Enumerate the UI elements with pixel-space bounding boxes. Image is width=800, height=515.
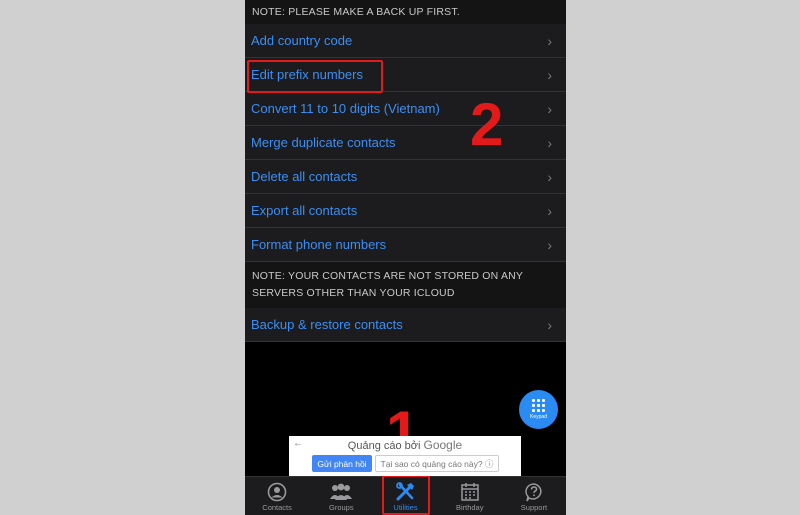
chevron-right-icon: › <box>547 236 552 253</box>
menu-item-add-country-code[interactable]: Add country code › <box>245 24 566 58</box>
google-wordmark: Google <box>423 438 463 452</box>
menu-item-delete-all[interactable]: Delete all contacts › <box>245 160 566 194</box>
chevron-right-icon: › <box>547 100 552 117</box>
groups-icon <box>330 483 353 500</box>
utilities-tab-highlight <box>382 475 430 515</box>
edit-prefix-highlight <box>247 60 383 93</box>
ad-banner: ← Quảng cáo bởi Google Gửi phản hồi Tại … <box>289 436 521 476</box>
keypad-icon <box>532 399 545 412</box>
menu-item-label: Export all contacts <box>251 203 358 218</box>
chevron-right-icon: › <box>547 168 552 185</box>
menu-item-label: Convert 11 to 10 digits (Vietnam) <box>251 101 440 116</box>
menu-item-label: Add country code <box>251 33 353 48</box>
tab-support[interactable]: Support <box>502 477 566 515</box>
tab-birthday[interactable]: Birthday <box>438 477 502 515</box>
contact-icon <box>267 482 287 502</box>
tab-label: Contacts <box>262 503 292 512</box>
ad-title-prefix: Quảng cáo bởi <box>347 440 421 452</box>
menu-item-convert-digits[interactable]: Convert 11 to 10 digits (Vietnam) › <box>245 92 566 126</box>
privacy-note: NOTE: YOUR CONTACTS ARE NOT STORED ON AN… <box>245 262 566 308</box>
tab-label: Birthday <box>455 503 484 512</box>
chevron-right-icon: › <box>547 32 552 49</box>
backup-note: NOTE: PLEASE MAKE A BACK UP FIRST. <box>245 0 566 24</box>
menu-item-label: Delete all contacts <box>251 169 358 184</box>
menu-item-label: Format phone numbers <box>251 237 387 252</box>
menu-item-label: Merge duplicate contacts <box>251 135 396 150</box>
backup-note-text: NOTE: PLEASE MAKE A BACK UP FIRST. <box>252 5 460 18</box>
chevron-right-icon: › <box>547 202 552 219</box>
menu-item-merge-duplicates[interactable]: Merge duplicate contacts › <box>245 126 566 160</box>
ad-feedback-button[interactable]: Gửi phản hồi <box>312 455 372 472</box>
tab-label: Support <box>520 503 548 512</box>
chevron-right-icon: › <box>547 66 552 83</box>
menu-item-export-all[interactable]: Export all contacts › <box>245 194 566 228</box>
calendar-icon <box>460 483 479 501</box>
keypad-button[interactable]: Keypad <box>519 390 558 429</box>
tab-contacts[interactable]: Contacts <box>245 477 309 515</box>
menu-item-backup-restore[interactable]: Backup & restore contacts › <box>245 308 566 342</box>
support-icon <box>525 483 542 502</box>
tab-label: Groups <box>329 503 354 512</box>
tab-groups[interactable]: Groups <box>309 477 373 515</box>
step-number-2: 2 <box>470 91 504 158</box>
chevron-right-icon: › <box>547 134 552 151</box>
privacy-note-text: NOTE: YOUR CONTACTS ARE NOT STORED ON AN… <box>252 270 523 299</box>
menu-item-format-numbers[interactable]: Format phone numbers › <box>245 228 566 262</box>
menu-item-label: Backup & restore contacts <box>251 317 403 332</box>
chevron-right-icon: › <box>547 316 552 333</box>
ad-title: Quảng cáo bởi Google <box>289 438 521 452</box>
ad-why-button[interactable]: Tại sao có quảng cáo này? ⓘ <box>375 455 499 472</box>
keypad-label: Keypad <box>530 414 547 420</box>
